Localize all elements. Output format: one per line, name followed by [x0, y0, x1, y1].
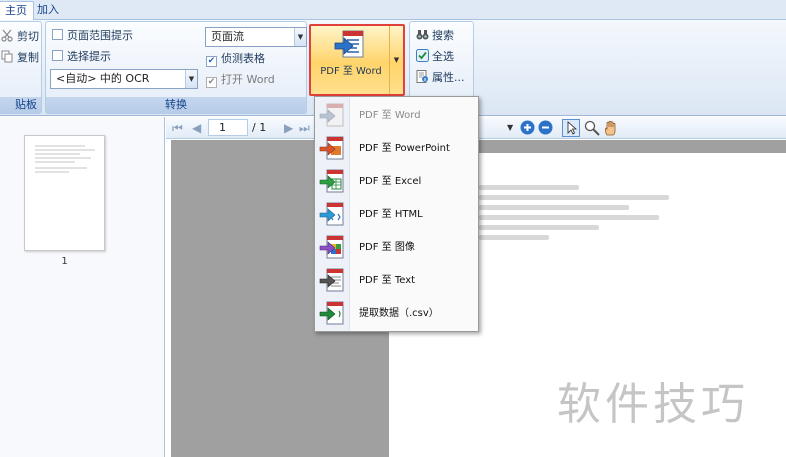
previous-page-icon[interactable]: ◀ [192, 121, 201, 135]
select-all-button[interactable]: 全选 [416, 48, 454, 66]
chevron-down-icon[interactable]: ▼ [389, 26, 403, 94]
excel-convert-icon [319, 169, 344, 193]
thumbnail-text-lines [35, 145, 95, 173]
select-cursor-icon[interactable] [562, 119, 580, 137]
menu-item-pdf-to-text[interactable]: PDF 至 Text [315, 264, 478, 297]
zoom-in-icon[interactable] [520, 120, 535, 135]
convert-group: 页面范围提示 选择提示 <自动> 中的 OCR ▼ 页面流 ▼ ✔ 侦测表格 ✔ 打… [45, 21, 307, 114]
binoculars-icon [416, 28, 429, 41]
select-prompt-check [52, 50, 63, 61]
first-page-icon[interactable]: ⏮ [172, 121, 183, 135]
detect-tables-label: 侦测表格 [221, 52, 265, 65]
menu-item-pdf-to-image[interactable]: PDF 至 图像 [315, 231, 478, 264]
clipboard-group: 剪切 复制 贴板 [0, 21, 42, 114]
menu-item-extract-csv[interactable]: 提取数据（.csv） [315, 297, 478, 330]
select-all-label: 全选 [432, 50, 454, 63]
search-button[interactable]: 搜索 [416, 27, 454, 45]
copy-button[interactable]: 复制 [1, 49, 39, 67]
open-word-label: 打开 Word [221, 73, 275, 86]
chevron-down-icon: ▼ [294, 28, 306, 46]
convert-dropdown-menu: PDF 至 Word PDF 至 PowerPoint PDF 至 Excel … [314, 96, 479, 332]
clipboard-caption: 贴板 [0, 97, 41, 113]
next-page-icon[interactable]: ▶ [284, 121, 293, 135]
convert-caption: 转换 [46, 97, 306, 113]
copy-label: 复制 [17, 51, 39, 64]
menu-item-pdf-to-html[interactable]: PDF 至 HTML [315, 198, 478, 231]
html-convert-icon [319, 202, 344, 226]
image-convert-icon [319, 235, 344, 259]
properties-icon [416, 70, 429, 83]
csv-extract-icon [319, 301, 344, 325]
menu-item-pdf-to-word[interactable]: PDF 至 Word [315, 99, 478, 132]
page-thumbnail[interactable] [24, 135, 105, 251]
checkmark-icon [416, 49, 429, 62]
page-range-check [52, 29, 63, 40]
total-pages-label: / 1 [252, 121, 267, 134]
pdf-to-word-label: PDF 至 Word [320, 66, 382, 77]
thumbnail-page-number: 1 [61, 256, 68, 267]
menu-item-pdf-to-excel[interactable]: PDF 至 Excel [315, 165, 478, 198]
layout-mode-select[interactable]: 页面流 ▼ [205, 27, 307, 47]
properties-button[interactable]: 属性... [416, 69, 465, 87]
text-convert-icon [319, 268, 344, 292]
menu-item-label: PDF 至 Excel [359, 176, 422, 187]
menu-item-label: 提取数据（.csv） [359, 308, 439, 319]
open-word-check: ✔ [206, 77, 217, 88]
zoom-out-icon[interactable] [538, 120, 553, 135]
menu-item-label: PDF 至 图像 [359, 242, 415, 253]
ocr-language-select[interactable]: <自动> 中的 OCR ▼ [50, 69, 198, 89]
tab-home[interactable]: 主页 [0, 1, 34, 20]
scissors-icon [1, 29, 14, 42]
select-prompt-checkbox[interactable]: 选择提示 [52, 48, 111, 66]
ocr-value: <自动> 中的 OCR [56, 72, 150, 85]
search-label: 搜索 [432, 29, 454, 42]
current-page-input[interactable]: 1 [208, 119, 248, 136]
detect-tables-check: ✔ [206, 56, 217, 67]
pdf-to-word-icon [334, 30, 364, 58]
powerpoint-convert-icon [319, 136, 344, 160]
select-prompt-label: 选择提示 [67, 50, 111, 63]
zoom-dropdown-icon[interactable]: ▼ [507, 121, 513, 135]
menu-item-label: PDF 至 Word [359, 110, 421, 121]
tab-addins[interactable]: 加入 [31, 1, 65, 20]
cut-button[interactable]: 剪切 [1, 28, 39, 46]
detect-tables-checkbox[interactable]: ✔ 侦测表格 [206, 50, 265, 68]
cut-label: 剪切 [17, 30, 39, 43]
menu-item-label: PDF 至 HTML [359, 209, 423, 220]
properties-label: 属性... [432, 71, 465, 84]
menu-item-label: PDF 至 Text [359, 275, 416, 286]
menu-item-label: PDF 至 PowerPoint [359, 143, 450, 154]
zoom-tool-icon[interactable] [584, 120, 600, 136]
pdf-to-word-split-button[interactable]: PDF 至 Word ▼ [309, 24, 405, 96]
ribbon-tab-bar: 主页 加入 [0, 0, 786, 20]
page-range-label: 页面范围提示 [67, 29, 133, 42]
copy-icon [1, 50, 14, 63]
word-convert-icon [319, 103, 344, 127]
layout-value: 页面流 [211, 30, 244, 43]
chevron-down-icon: ▼ [185, 70, 197, 88]
menu-item-pdf-to-powerpoint[interactable]: PDF 至 PowerPoint [315, 132, 478, 165]
open-word-checkbox[interactable]: ✔ 打开 Word [206, 71, 275, 89]
last-page-icon[interactable]: ⏭ [299, 121, 310, 135]
hand-tool-icon[interactable] [603, 120, 619, 136]
watermark-text: 软件技巧 [557, 379, 749, 430]
page-range-checkbox[interactable]: 页面范围提示 [52, 27, 133, 45]
